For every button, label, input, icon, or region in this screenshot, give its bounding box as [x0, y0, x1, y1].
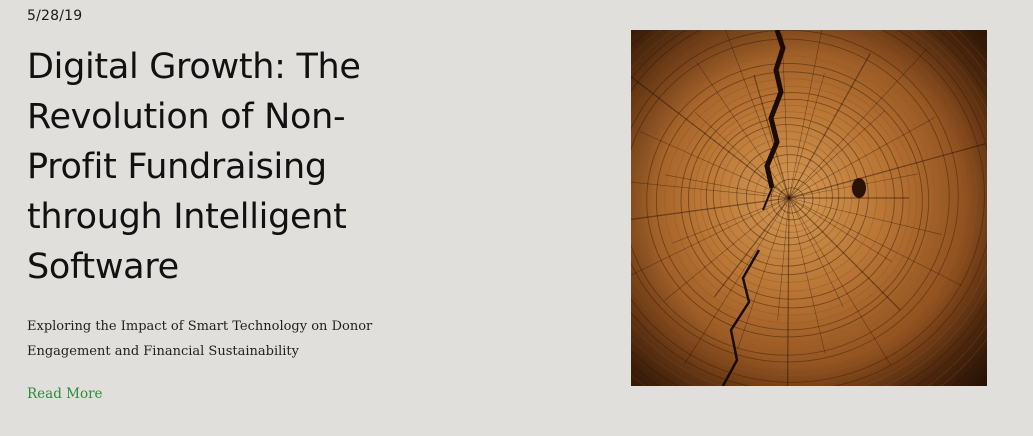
post-date: 5/28/19	[27, 8, 83, 24]
post-excerpt: Exploring the Impact of Smart Technology…	[27, 319, 373, 359]
post-title[interactable]: Digital Growth: The Revolution of Non-Pr…	[27, 42, 417, 292]
post-image-tree-rings[interactable]	[631, 30, 987, 386]
tree-rings-image	[631, 30, 987, 386]
read-more-link[interactable]: Read More	[27, 386, 103, 402]
